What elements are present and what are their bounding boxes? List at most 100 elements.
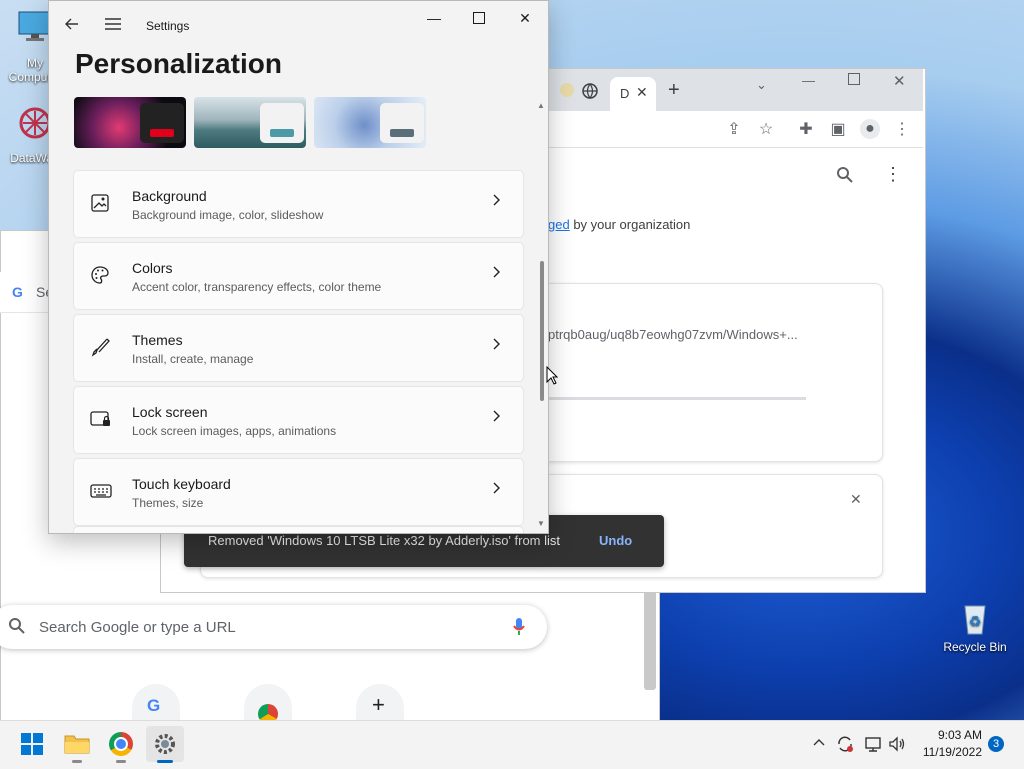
extensions-icon[interactable]: ✚	[796, 119, 816, 139]
undo-button[interactable]: Undo	[599, 533, 632, 548]
toast-message: Removed 'Windows 10 LTSB Lite x32 by Add…	[208, 533, 561, 548]
volume-icon[interactable]	[888, 735, 906, 756]
close-tab-icon[interactable]: ✕	[636, 84, 648, 101]
minimize-button[interactable]: —	[802, 73, 815, 88]
download-url[interactable]: ptrqb0aug/uq8b7eowhg07zvm/Windows+...	[548, 327, 798, 342]
scroll-up-arrow[interactable]: ▲	[537, 101, 545, 110]
downloads-menu-icon[interactable]: ⋮	[884, 164, 902, 185]
more-menu-icon[interactable]: ⋮	[892, 119, 912, 139]
setting-subtitle: Lock screen images, apps, animations	[132, 424, 337, 438]
theme-preview-window	[260, 103, 304, 143]
setting-title: Touch keyboard	[132, 476, 231, 492]
setting-colors[interactable]: Colors Accent color, transparency effect…	[73, 242, 524, 310]
chevron-right-icon	[491, 481, 505, 501]
recycle-bin-icon: ♻	[957, 600, 993, 635]
theme-thumbnail-3[interactable]	[314, 97, 426, 148]
new-tab-button[interactable]: +	[668, 79, 680, 102]
bookmark-star-icon[interactable]: ☆	[756, 119, 776, 139]
setting-subtitle: Install, create, manage	[132, 352, 254, 366]
managed-text: by your organization	[569, 217, 691, 232]
side-panel-icon[interactable]: ▣	[828, 119, 848, 139]
search-icon	[8, 617, 28, 637]
remove-download-icon[interactable]: ✕	[850, 491, 862, 508]
network-icon[interactable]	[864, 735, 882, 756]
notification-badge[interactable]: 3	[988, 736, 1004, 752]
palette-icon	[90, 265, 112, 287]
setting-background[interactable]: Background Background image, color, slid…	[73, 170, 524, 238]
settings-window: Settings — ✕ Personalization Background …	[48, 0, 549, 534]
chevron-right-icon	[491, 265, 505, 285]
lock-screen-icon	[90, 409, 112, 431]
google-search-box[interactable]: Search Google or type a URL	[0, 605, 547, 649]
theme-thumbnail-2[interactable]	[194, 97, 306, 148]
start-button[interactable]	[16, 728, 48, 760]
sync-icon[interactable]	[836, 735, 854, 756]
search-placeholder: Search Google or type a URL	[39, 619, 236, 636]
managed-notice: ged by your organization	[548, 217, 690, 232]
chrome-taskbar-button[interactable]	[105, 728, 137, 760]
image-icon	[90, 193, 112, 215]
tab-search-chevron-icon[interactable]: ⌄	[756, 77, 767, 93]
setting-subtitle: Themes, size	[132, 496, 204, 510]
setting-lock-screen[interactable]: Lock screen Lock screen images, apps, an…	[73, 386, 524, 454]
search-downloads-icon[interactable]	[836, 166, 854, 187]
clock-date: 11/19/2022	[922, 745, 982, 759]
setting-touch-keyboard[interactable]: Touch keyboard Themes, size	[73, 458, 524, 526]
minimize-button[interactable]: —	[412, 7, 456, 29]
tab-favicon	[560, 83, 574, 97]
share-icon[interactable]: ⇪	[724, 119, 744, 139]
page-title: Personalization	[75, 48, 282, 79]
shortcut-google[interactable]: G	[132, 684, 180, 724]
microphone-icon[interactable]	[512, 617, 526, 640]
maximize-button[interactable]	[848, 73, 860, 85]
file-explorer-button[interactable]	[61, 728, 93, 760]
hamburger-menu-icon[interactable]	[105, 18, 121, 33]
setting-title: Lock screen	[132, 404, 208, 420]
tab-downloads[interactable]: D ✕	[610, 77, 656, 111]
back-arrow-icon[interactable]	[65, 17, 79, 36]
svg-text:♻: ♻	[969, 614, 982, 630]
theme-preview-window	[380, 103, 424, 143]
scroll-down-arrow[interactable]: ▼	[537, 519, 545, 528]
scrollbar-thumb[interactable]	[540, 261, 544, 401]
active-indicator	[157, 760, 173, 763]
mouse-cursor-icon	[546, 365, 559, 389]
profile-icon[interactable]: ●	[860, 119, 880, 139]
shortcut-chrome-store[interactable]	[244, 684, 292, 724]
keyboard-icon	[90, 481, 112, 503]
google-g-icon: G	[147, 696, 161, 715]
brush-icon	[90, 337, 112, 359]
setting-title: Colors	[132, 260, 173, 276]
clock[interactable]: 9:03 AM 11/19/2022	[916, 728, 982, 762]
setting-subtitle: Accent color, transparency effects, colo…	[132, 280, 382, 294]
tab-title: D	[620, 86, 630, 101]
chevron-right-icon	[491, 409, 505, 429]
chrome-icon	[109, 732, 133, 756]
bg-scrollbar[interactable]	[644, 590, 656, 690]
close-window-button[interactable]: ✕	[893, 72, 906, 90]
globe-icon	[582, 83, 598, 100]
settings-taskbar-button[interactable]	[146, 726, 184, 762]
managed-link[interactable]: ged	[548, 217, 570, 232]
gear-icon	[155, 734, 175, 754]
chrome-tab-bar: D ✕ + ⌄ — ✕	[548, 69, 923, 111]
setting-themes[interactable]: Themes Install, create, manage	[73, 314, 524, 382]
google-g-icon: G	[12, 284, 23, 300]
theme-preview-window	[140, 103, 184, 143]
setting-title: Background	[132, 188, 207, 204]
close-window-button[interactable]: ✕	[503, 7, 547, 29]
running-indicator	[116, 760, 126, 763]
desktop-icon-recycle-bin[interactable]: ♻ Recycle Bin	[940, 600, 1010, 654]
setting-title: Themes	[132, 332, 183, 348]
maximize-button[interactable]	[457, 7, 501, 29]
add-shortcut-button[interactable]: +	[356, 684, 404, 724]
clock-time: 9:03 AM	[937, 728, 982, 742]
plus-icon: +	[372, 692, 385, 717]
chevron-right-icon	[491, 337, 505, 357]
chevron-up-icon[interactable]	[813, 735, 825, 750]
theme-thumbnail-1[interactable]	[74, 97, 186, 148]
download-progress-track	[548, 397, 806, 400]
running-indicator	[72, 760, 82, 763]
chrome-toolbar: ⇪ ☆ ✚ ▣ ● ⋮	[548, 111, 923, 148]
desktop-icon-label: Recycle Bin	[943, 640, 1007, 654]
